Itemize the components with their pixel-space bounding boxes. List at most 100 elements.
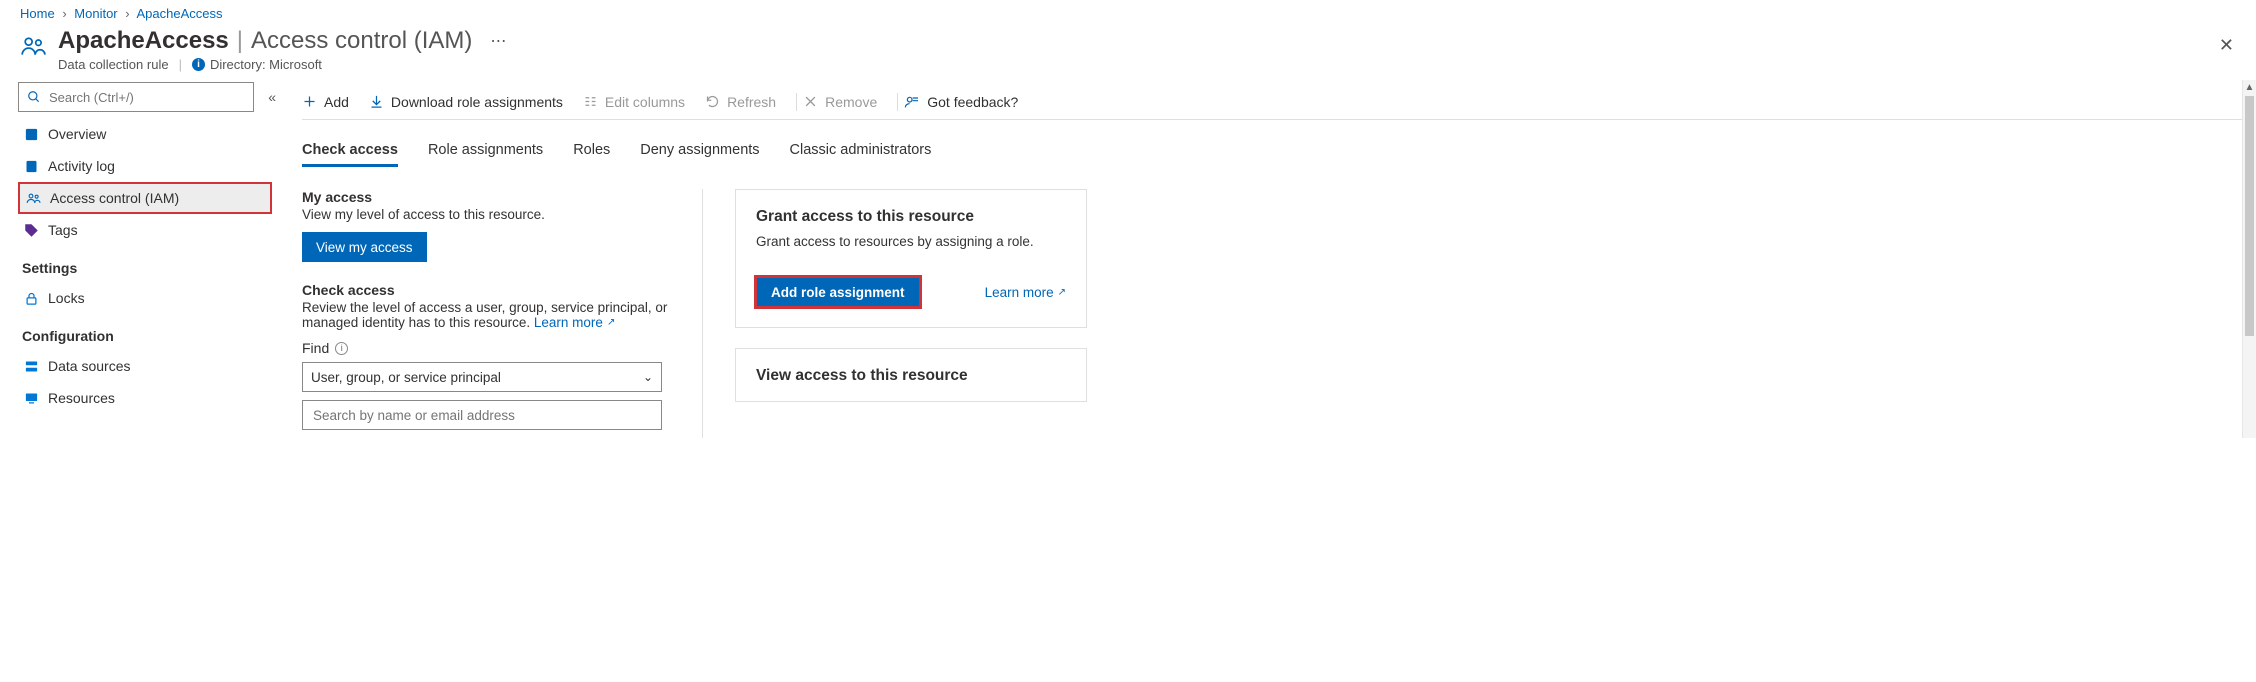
page-title: Access control (IAM) [251, 27, 472, 55]
download-label: Download role assignments [391, 94, 563, 110]
sidebar-search[interactable] [18, 82, 254, 112]
breadcrumb-current[interactable]: ApacheAccess [137, 6, 223, 21]
plus-icon [302, 94, 317, 109]
external-link-icon: ↗ [607, 317, 615, 328]
sidebar-item-label: Resources [48, 390, 115, 406]
view-access-card: View access to this resource [735, 348, 1087, 402]
toolbar: Add Download role assignments Edit colum… [302, 84, 2256, 120]
sidebar-item-label: Tags [48, 222, 78, 238]
sidebar: « Overview Activity log Access control (… [0, 80, 276, 438]
sidebar-item-label: Locks [48, 290, 85, 306]
sidebar-item-access-control[interactable]: Access control (IAM) [18, 182, 272, 214]
feedback-button[interactable]: Got feedback? [904, 94, 1018, 110]
page-header: ApacheAccess | Access control (IAM) ⋯ Da… [0, 25, 2256, 80]
right-column: Grant access to this resource Grant acce… [702, 189, 1087, 438]
overview-icon [22, 127, 40, 142]
log-icon [22, 159, 40, 174]
find-type-value: User, group, or service principal [311, 370, 501, 385]
edit-columns-button: Edit columns [583, 94, 685, 110]
sidebar-search-input[interactable] [47, 89, 245, 106]
tab-check-access[interactable]: Check access [302, 142, 398, 167]
breadcrumb-monitor[interactable]: Monitor [74, 6, 117, 21]
people-icon [24, 191, 42, 206]
search-icon [27, 90, 41, 104]
sidebar-section-configuration: Configuration [22, 328, 276, 344]
collapse-icon[interactable]: « [268, 89, 276, 105]
toolbar-divider [897, 93, 898, 111]
data-source-icon [22, 359, 40, 374]
more-icon[interactable]: ⋯ [490, 31, 507, 51]
view-card-title: View access to this resource [756, 367, 1066, 385]
chevron-right-icon: › [125, 6, 129, 21]
learn-more-label: Learn more [985, 285, 1054, 300]
resource-type: Data collection rule [58, 57, 169, 72]
view-my-access-button[interactable]: View my access [302, 232, 427, 262]
chevron-right-icon: › [62, 6, 66, 21]
grant-learn-more-link[interactable]: Learn more ↗ [985, 285, 1066, 300]
sidebar-item-overview[interactable]: Overview [18, 118, 276, 150]
vertical-scrollbar[interactable]: ▲ [2242, 80, 2256, 438]
sidebar-item-activity-log[interactable]: Activity log [18, 150, 276, 182]
monitor-icon [22, 391, 40, 406]
learn-more-label: Learn more [534, 315, 603, 330]
grant-card-desc: Grant access to resources by assigning a… [756, 234, 1066, 249]
download-icon [369, 94, 384, 109]
tag-icon [22, 223, 40, 238]
find-search-field[interactable] [302, 400, 662, 430]
add-label: Add [324, 94, 349, 110]
toolbar-divider [796, 93, 797, 111]
remove-label: Remove [825, 94, 877, 110]
info-icon[interactable]: i [335, 342, 348, 355]
sidebar-item-locks[interactable]: Locks [18, 282, 276, 314]
learn-more-link[interactable]: Learn more ↗ [534, 315, 615, 330]
refresh-label: Refresh [727, 94, 776, 110]
download-button[interactable]: Download role assignments [369, 94, 563, 110]
close-icon[interactable]: ✕ [2219, 35, 2234, 56]
remove-button: Remove [803, 94, 877, 110]
edit-columns-label: Edit columns [605, 94, 685, 110]
tab-roles[interactable]: Roles [573, 142, 610, 167]
tabs: Check access Role assignments Roles Deny… [302, 142, 2256, 167]
sidebar-item-resources[interactable]: Resources [18, 382, 276, 414]
breadcrumb-home[interactable]: Home [20, 6, 55, 21]
add-role-assignment-button[interactable]: Add role assignment [756, 277, 920, 307]
sidebar-section-settings: Settings [22, 260, 276, 276]
left-column: My access View my level of access to thi… [302, 189, 702, 438]
tab-classic-admins[interactable]: Classic administrators [790, 142, 932, 167]
external-link-icon: ↗ [1058, 287, 1066, 298]
check-access-heading: Check access [302, 282, 682, 298]
sidebar-item-label: Data sources [48, 358, 130, 374]
tab-deny-assignments[interactable]: Deny assignments [640, 142, 759, 167]
sidebar-item-label: Access control (IAM) [50, 190, 179, 206]
refresh-button: Refresh [705, 94, 776, 110]
my-access-desc: View my level of access to this resource… [302, 207, 682, 222]
my-access-heading: My access [302, 189, 682, 205]
find-label: Find [302, 340, 329, 356]
sidebar-item-label: Activity log [48, 158, 115, 174]
refresh-icon [705, 94, 720, 109]
sidebar-item-data-sources[interactable]: Data sources [18, 350, 276, 382]
x-icon [803, 94, 818, 109]
info-icon: i [192, 58, 205, 71]
find-search-input[interactable] [311, 407, 653, 424]
chevron-down-icon: ⌄ [643, 370, 653, 384]
columns-icon [583, 94, 598, 109]
main-content: Add Download role assignments Edit colum… [276, 80, 2256, 438]
find-type-select[interactable]: User, group, or service principal ⌄ [302, 362, 662, 392]
feedback-icon [904, 94, 920, 110]
lock-icon [22, 291, 40, 306]
breadcrumb: Home › Monitor › ApacheAccess [0, 0, 2256, 25]
sidebar-item-tags[interactable]: Tags [18, 214, 276, 246]
sidebar-item-label: Overview [48, 126, 106, 142]
resource-name: ApacheAccess [58, 27, 229, 55]
divider: | [179, 57, 182, 72]
grant-card-title: Grant access to this resource [756, 208, 1066, 226]
add-button[interactable]: Add [302, 94, 349, 110]
directory-label: Directory: Microsoft [210, 57, 322, 72]
scroll-thumb[interactable] [2245, 96, 2254, 336]
tab-role-assignments[interactable]: Role assignments [428, 142, 543, 167]
scroll-up-icon[interactable]: ▲ [2243, 80, 2256, 96]
feedback-label: Got feedback? [927, 94, 1018, 110]
people-icon [20, 33, 46, 59]
grant-access-card: Grant access to this resource Grant acce… [735, 189, 1087, 328]
